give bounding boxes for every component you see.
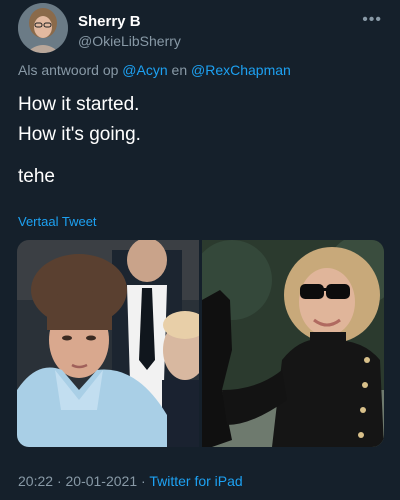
tweet-line: How it started.	[18, 94, 140, 115]
tweet-text: How it started. How it's going. tehe	[18, 90, 141, 192]
translate-tweet-link[interactable]: Vertaal Tweet	[18, 214, 97, 229]
tweet-header: Sherry B @OkieLibSherry •••	[18, 3, 384, 55]
display-name[interactable]: Sherry B	[78, 13, 141, 30]
tweet-source-link[interactable]: Twitter for iPad	[149, 473, 242, 489]
mention-rexchapman[interactable]: @RexChapman	[191, 62, 291, 78]
tweet-date: 20-01-2021	[65, 473, 138, 489]
tweet-time: 20:22	[18, 473, 54, 489]
mention-acyn[interactable]: @Acyn	[122, 62, 167, 78]
photo-right[interactable]	[202, 240, 384, 447]
reply-context: Als antwoord op @Acyn en @RexChapman	[18, 62, 291, 78]
user-handle[interactable]: @OkieLibSherry	[78, 33, 181, 49]
meta-separator: ·	[56, 473, 62, 489]
reply-conjunction: en	[171, 62, 188, 78]
tweet-line: tehe	[18, 166, 55, 187]
tweet-meta: 20:22 · 20-01-2021 · Twitter for iPad	[18, 473, 243, 489]
meta-separator: ·	[141, 473, 146, 489]
tweet-line: How it's going.	[18, 124, 141, 145]
avatar[interactable]	[18, 3, 68, 53]
photo-left[interactable]	[17, 240, 199, 447]
media-grid	[17, 240, 384, 447]
more-horizontal-icon[interactable]: •••	[362, 11, 382, 29]
reply-prefix: Als antwoord op	[18, 62, 119, 78]
